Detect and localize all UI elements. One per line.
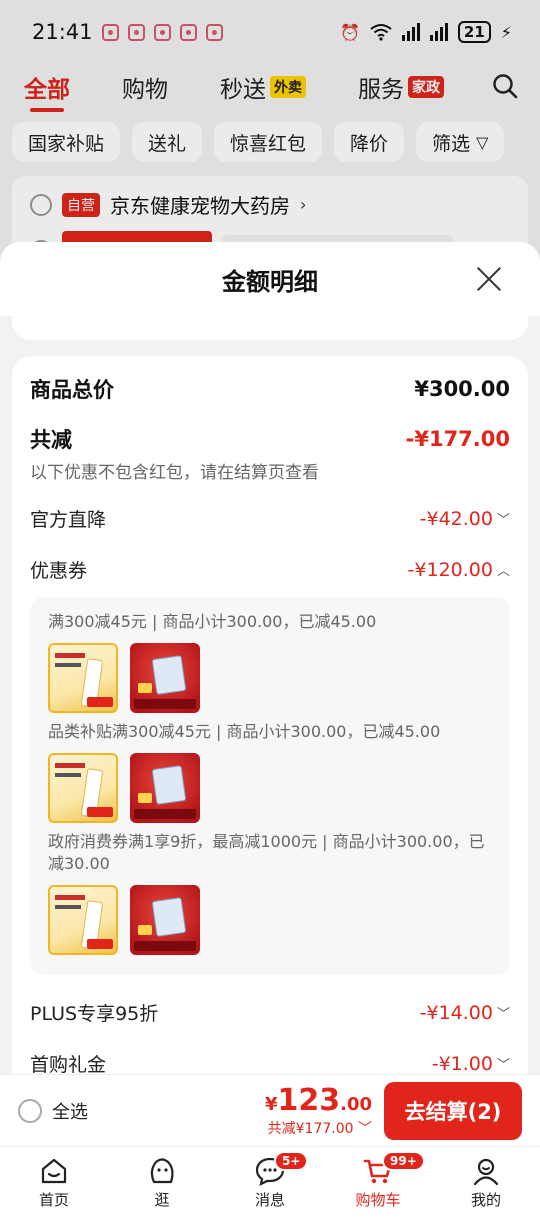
nav-messages[interactable]: 消息 5+ [230,1151,310,1210]
coupon-products [48,643,492,713]
sheet-title: 金额明细 [222,267,318,296]
goods-total-label: 商品总价 [30,378,114,402]
sheet-top-card [12,316,528,340]
price-integer: 123 [277,1083,341,1118]
total-reduce-label: 共减 [30,428,72,452]
explore-icon [150,1158,174,1184]
chevron-down-icon: ﹀ [358,1121,372,1137]
product-image-hairball-paste[interactable] [48,753,118,823]
goods-total-value: ¥300.00 [414,377,510,401]
currency-symbol: ¥ [264,1094,278,1115]
price-decimal: .00 [340,1094,372,1115]
chevron-down-icon: ﹀ [496,1007,510,1022]
detail-card: 商品总价 ¥300.00 共减 -¥177.00 以下优惠不包含红包，请在结算页… [12,356,528,1076]
select-all-toggle[interactable]: 全选 [18,1098,88,1124]
plus-discount-label: PLUS专享95折 [30,1003,159,1025]
total-reduce-row: 共减 -¥177.00 [30,424,510,454]
sheet-header: 金额明细 [0,242,540,316]
nav-cart[interactable]: 购物车 99+ [338,1151,425,1210]
coupon-detail-box: 满300减45元 | 商品小计300.00，已减45.00 品类补贴满300减4… [30,597,510,975]
nav-explore[interactable]: 逛 [122,1155,202,1210]
select-all-checkbox[interactable] [18,1098,42,1123]
select-all-label: 全选 [52,1101,88,1123]
chevron-down-icon: ﹀ [496,513,510,528]
chevron-up-icon: ︿ [496,564,510,579]
amount-detail-sheet: 金额明细 商品总价 ¥300.00 共减 -¥177.00 以下优惠不包含红包，… [0,242,540,1218]
coupon-value: -¥120.00 [407,558,493,581]
first-gift-value: -¥1.00 [431,1052,493,1075]
coupon-line: 满300减45元 | 商品小计300.00，已减45.00 [48,612,377,631]
close-icon[interactable] [476,266,502,292]
product-image-probiotic[interactable] [130,885,200,955]
coupon-line: 品类补贴满300减45元 | 商品小计300.00，已减45.00 [48,722,441,741]
product-image-hairball-paste[interactable] [48,885,118,955]
official-discount-value: -¥42.00 [419,507,493,530]
total-reduce-value: -¥177.00 [405,427,510,451]
official-discount-row[interactable]: 官方直降 -¥42.00 ﹀ [30,505,510,532]
nav-label: 逛 [154,1191,170,1209]
checkout-bar: 全选 ¥ 123 .00 共减¥177.00 ﹀ 去结算(2) [0,1074,540,1146]
nav-me[interactable]: 我的 [446,1155,526,1210]
coupon-products [48,885,492,955]
nav-home[interactable]: 首页 [14,1155,94,1210]
first-gift-label: 首购礼金 [30,1054,107,1076]
discount-note: 以下优惠不包含红包，请在结算页查看 [30,463,319,483]
home-icon [41,1158,67,1184]
product-image-hairball-paste[interactable] [48,643,118,713]
plus-discount-value: -¥14.00 [419,1001,493,1024]
nav-label: 消息 [254,1191,285,1209]
message-badge: 5+ [274,1151,309,1171]
product-image-probiotic[interactable] [130,643,200,713]
nav-label: 首页 [38,1191,69,1209]
official-discount-label: 官方直降 [30,509,107,531]
coupon-label: 优惠券 [30,560,88,582]
total-price: ¥ 123 .00 [265,1083,372,1118]
coupon-products [48,753,492,823]
bottom-nav: 首页 逛 消息 5+ 购物车 99+ 我的 [0,1146,540,1218]
nav-label: 购物车 [355,1191,401,1209]
plus-discount-row[interactable]: PLUS专享95折 -¥14.00 ﹀ [30,999,510,1026]
nav-label: 我的 [470,1191,501,1209]
product-image-probiotic[interactable] [130,753,200,823]
total-summary: ¥ 123 .00 共减¥177.00 ﹀ [265,1083,372,1138]
total-reduce-note: 共减¥177.00 [267,1121,354,1137]
cart-badge: 99+ [382,1151,425,1171]
total-reduce-toggle[interactable]: 共减¥177.00 ﹀ [265,1118,372,1138]
coupon-line: 政府消费券满1享9折，最高减1000元 | 商品小计300.00，已减30.00 [48,832,485,873]
checkout-button[interactable]: 去结算(2) [384,1081,522,1140]
coupon-row[interactable]: 优惠券 -¥120.00 ︿ [30,556,510,583]
profile-icon [473,1158,499,1186]
first-gift-row[interactable]: 首购礼金 -¥1.00 ﹀ [30,1050,510,1077]
goods-total-row: 商品总价 ¥300.00 [30,374,510,404]
chevron-down-icon: ﹀ [496,1058,510,1073]
